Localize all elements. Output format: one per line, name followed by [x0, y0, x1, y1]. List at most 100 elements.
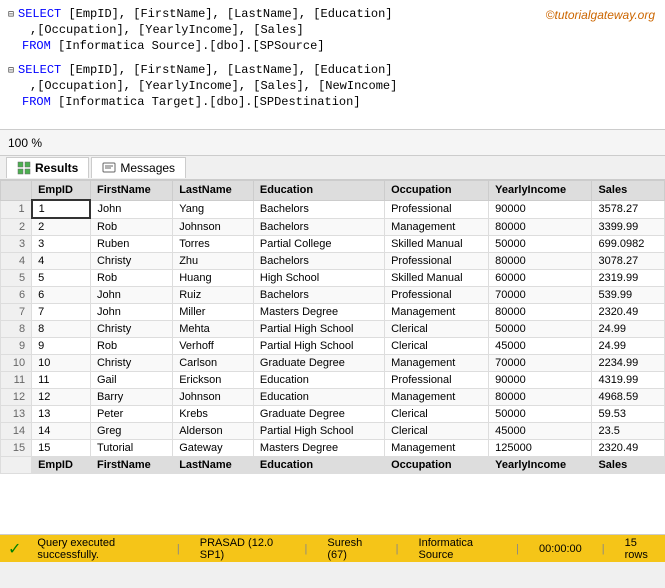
table-cell[interactable]: John — [90, 304, 172, 321]
collapse-icon-1[interactable]: ⊟ — [8, 8, 14, 24]
table-cell[interactable]: Rob — [90, 338, 172, 355]
table-cell[interactable]: Masters Degree — [253, 304, 384, 321]
table-cell[interactable]: Gateway — [173, 440, 254, 457]
table-cell[interactable]: Krebs — [173, 406, 254, 423]
table-cell[interactable]: 24.99 — [592, 321, 665, 338]
table-cell[interactable]: Clerical — [385, 338, 489, 355]
table-cell[interactable]: 1 — [32, 200, 91, 218]
table-cell[interactable]: Management — [385, 355, 489, 372]
table-cell[interactable]: Skilled Manual — [385, 270, 489, 287]
table-cell[interactable]: Rob — [90, 218, 172, 236]
table-cell[interactable]: 4 — [32, 253, 91, 270]
tab-results[interactable]: Results — [6, 157, 89, 178]
table-cell[interactable]: 539.99 — [592, 287, 665, 304]
table-cell[interactable]: Bachelors — [253, 287, 384, 304]
table-cell[interactable]: Johnson — [173, 389, 254, 406]
table-cell[interactable]: Carlson — [173, 355, 254, 372]
table-cell[interactable]: Graduate Degree — [253, 355, 384, 372]
table-cell[interactable]: Bachelors — [253, 200, 384, 218]
table-cell[interactable]: 59.53 — [592, 406, 665, 423]
collapse-icon-2[interactable]: ⊟ — [8, 64, 14, 80]
table-cell[interactable]: 125000 — [489, 440, 592, 457]
table-cell[interactable]: Clerical — [385, 423, 489, 440]
table-cell[interactable]: 2234.99 — [592, 355, 665, 372]
table-cell[interactable]: 3078.27 — [592, 253, 665, 270]
table-cell[interactable]: 24.99 — [592, 338, 665, 355]
table-cell[interactable]: Education — [253, 389, 384, 406]
table-cell[interactable]: Education — [253, 372, 384, 389]
table-cell[interactable]: 5 — [32, 270, 91, 287]
table-cell[interactable]: 9 — [32, 338, 91, 355]
table-cell[interactable]: Skilled Manual — [385, 236, 489, 253]
table-cell[interactable]: 15 — [32, 440, 91, 457]
col-education[interactable]: Education — [253, 181, 384, 201]
table-cell[interactable]: 14 — [32, 423, 91, 440]
table-cell[interactable]: Huang — [173, 270, 254, 287]
table-cell[interactable]: 7 — [32, 304, 91, 321]
table-cell[interactable]: 45000 — [489, 338, 592, 355]
table-cell[interactable]: 80000 — [489, 304, 592, 321]
table-cell[interactable]: Tutorial — [90, 440, 172, 457]
table-cell[interactable]: 6 — [32, 287, 91, 304]
table-cell[interactable]: 3578.27 — [592, 200, 665, 218]
table-cell[interactable]: 12 — [32, 389, 91, 406]
table-cell[interactable]: Zhu — [173, 253, 254, 270]
table-cell[interactable]: Management — [385, 389, 489, 406]
table-cell[interactable]: Yang — [173, 200, 254, 218]
table-cell[interactable]: 80000 — [489, 218, 592, 236]
table-cell[interactable]: 8 — [32, 321, 91, 338]
col-yearlyincome[interactable]: YearlyIncome — [489, 181, 592, 201]
col-lastname[interactable]: LastName — [173, 181, 254, 201]
table-cell[interactable]: 50000 — [489, 236, 592, 253]
table-cell[interactable]: 11 — [32, 372, 91, 389]
table-cell[interactable]: Professional — [385, 372, 489, 389]
table-cell[interactable]: Barry — [90, 389, 172, 406]
table-cell[interactable]: Bachelors — [253, 253, 384, 270]
table-cell[interactable]: Clerical — [385, 321, 489, 338]
table-cell[interactable]: Alderson — [173, 423, 254, 440]
table-cell[interactable]: 4968.59 — [592, 389, 665, 406]
table-cell[interactable]: Ruben — [90, 236, 172, 253]
table-cell[interactable]: Mehta — [173, 321, 254, 338]
table-cell[interactable]: 60000 — [489, 270, 592, 287]
table-cell[interactable]: Bachelors — [253, 218, 384, 236]
table-cell[interactable]: 2319.99 — [592, 270, 665, 287]
table-cell[interactable]: 50000 — [489, 406, 592, 423]
table-cell[interactable]: Management — [385, 218, 489, 236]
table-cell[interactable]: Johnson — [173, 218, 254, 236]
table-cell[interactable]: 90000 — [489, 372, 592, 389]
table-cell[interactable]: Christy — [90, 253, 172, 270]
table-cell[interactable]: Professional — [385, 287, 489, 304]
table-cell[interactable]: Rob — [90, 270, 172, 287]
sql-editor[interactable]: ©tutorialgateway.org ⊟ SELECT [EmpID], [… — [0, 0, 665, 130]
table-cell[interactable]: 70000 — [489, 287, 592, 304]
table-cell[interactable]: 50000 — [489, 321, 592, 338]
table-cell[interactable]: Verhoff — [173, 338, 254, 355]
table-cell[interactable]: Miller — [173, 304, 254, 321]
table-cell[interactable]: John — [90, 200, 172, 218]
table-cell[interactable]: 80000 — [489, 253, 592, 270]
table-cell[interactable]: 3 — [32, 236, 91, 253]
table-cell[interactable]: Greg — [90, 423, 172, 440]
table-cell[interactable]: Partial High School — [253, 338, 384, 355]
table-cell[interactable]: Professional — [385, 200, 489, 218]
table-cell[interactable]: Graduate Degree — [253, 406, 384, 423]
table-cell[interactable]: Management — [385, 440, 489, 457]
col-occupation[interactable]: Occupation — [385, 181, 489, 201]
table-cell[interactable]: 13 — [32, 406, 91, 423]
table-cell[interactable]: 90000 — [489, 200, 592, 218]
table-cell[interactable]: Erickson — [173, 372, 254, 389]
col-sales[interactable]: Sales — [592, 181, 665, 201]
table-cell[interactable]: Masters Degree — [253, 440, 384, 457]
table-cell[interactable]: 70000 — [489, 355, 592, 372]
table-cell[interactable]: Christy — [90, 355, 172, 372]
table-cell[interactable]: Professional — [385, 253, 489, 270]
table-cell[interactable]: 4319.99 — [592, 372, 665, 389]
table-cell[interactable]: 45000 — [489, 423, 592, 440]
table-cell[interactable]: Partial College — [253, 236, 384, 253]
table-cell[interactable]: Clerical — [385, 406, 489, 423]
tab-messages[interactable]: Messages — [91, 157, 186, 178]
table-cell[interactable]: 699.0982 — [592, 236, 665, 253]
results-container[interactable]: EmpID FirstName LastName Education Occup… — [0, 180, 665, 534]
table-cell[interactable]: Management — [385, 304, 489, 321]
